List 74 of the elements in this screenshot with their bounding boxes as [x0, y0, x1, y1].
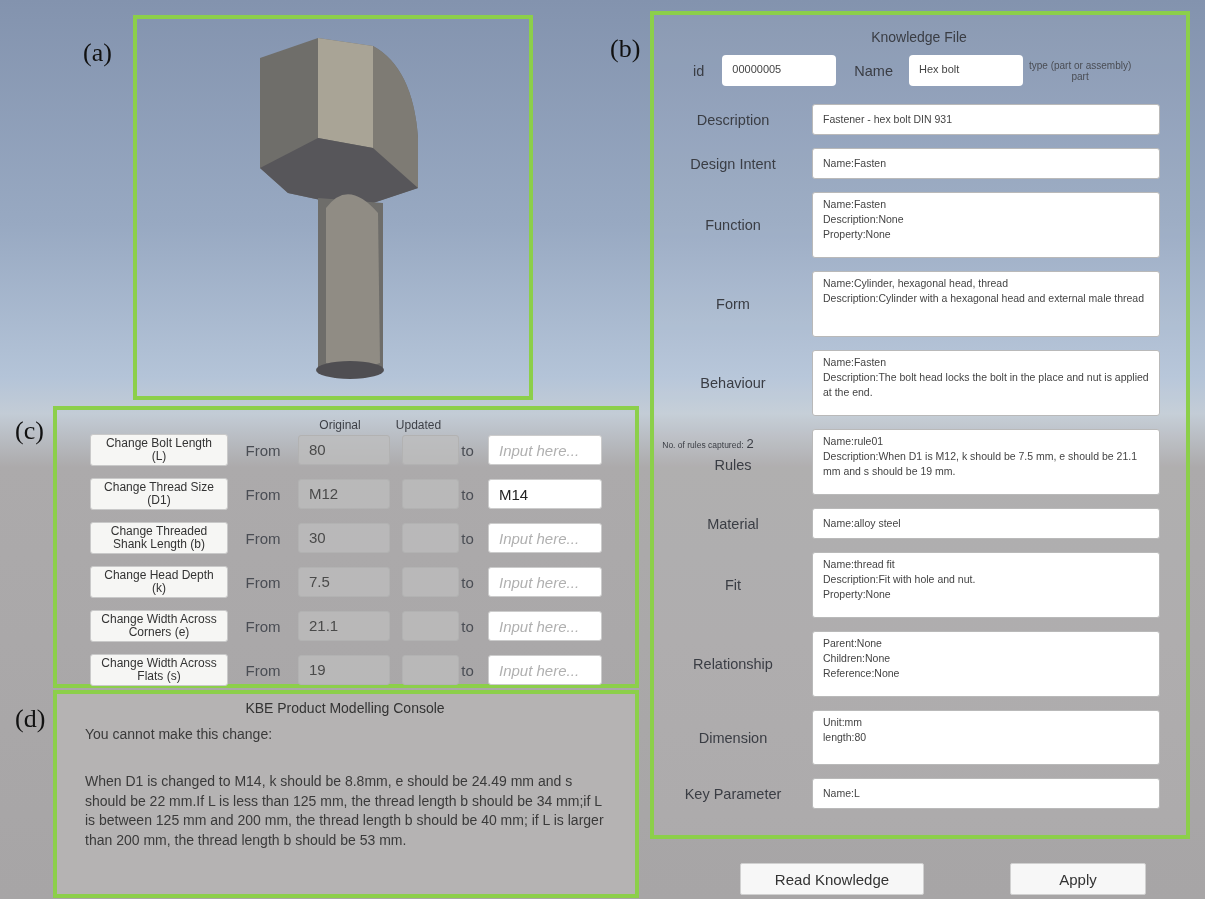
change-button[interactable]: Change Width Across Corners (e): [90, 610, 228, 642]
column-header: Original: [318, 418, 362, 432]
text-field[interactable]: Name:Fasten Description:None Property:None: [812, 192, 1160, 258]
rule-count-label: No. of rules captured:: [662, 439, 744, 450]
apply-button[interactable]: Apply: [1010, 863, 1146, 895]
original-field: 80: [298, 435, 390, 465]
panel-label: (a): [83, 38, 112, 68]
name-field[interactable]: Hex bolt: [909, 55, 1023, 86]
field-label: Name: [854, 62, 893, 79]
to-label: to: [461, 441, 474, 459]
console-text: When D1 is changed to M14, k should be 8.8mm, e should be 24.49 mm and s should be 22 mm.If L is less than 125 mm, the thread length b should be 34 mm;if L is between 125 mm and 200 mm, the thread length b should be 40 mm; if L is larger than 200 mm, the thread length b should be 53 mm.: [85, 772, 605, 850]
field-label: Material: [707, 515, 759, 532]
from-label: From: [245, 617, 281, 635]
updated-field: [402, 435, 459, 465]
panel-label: (d): [15, 704, 46, 734]
input-field[interactable]: Input here...: [488, 611, 602, 641]
type-value: part: [1071, 70, 1089, 82]
console-title: KBE Product Modelling Console: [244, 700, 446, 716]
type-label: type (part or assembly): [1029, 59, 1132, 71]
change-button[interactable]: Change Thread Size (D1): [90, 478, 228, 510]
panel-label: (c): [15, 416, 44, 446]
text-field[interactable]: Name:L: [812, 778, 1160, 809]
original-field: 21.1: [298, 611, 390, 641]
field-label: Design Intent: [690, 155, 776, 172]
field-label: Function: [705, 217, 761, 233]
id-field[interactable]: 00000005: [722, 55, 837, 86]
field-label: Rules: [714, 456, 752, 473]
text-field[interactable]: Unit:mm length:80: [812, 710, 1160, 765]
column-header: Updated: [394, 418, 443, 432]
rule-count: 2: [746, 435, 754, 451]
original-field: M12: [298, 479, 390, 509]
input-field[interactable]: Input here...: [488, 435, 602, 465]
field-label: Behaviour: [700, 375, 766, 391]
field-label: Dimension: [698, 729, 768, 746]
text-field[interactable]: Name:alloy steel: [812, 508, 1160, 539]
from-label: From: [245, 661, 281, 679]
console-message: You cannot make this change:: [85, 726, 274, 742]
from-label: From: [245, 529, 281, 547]
change-button[interactable]: Change Width Across Flats (s): [90, 654, 228, 686]
field-label: id: [693, 62, 705, 79]
from-label: From: [245, 573, 281, 591]
updated-field: [402, 655, 459, 685]
input-field[interactable]: M14: [488, 479, 602, 509]
text-field[interactable]: Name:Fasten: [812, 148, 1160, 179]
input-field[interactable]: Input here...: [488, 523, 602, 553]
change-button[interactable]: Change Threaded Shank Length (b): [90, 522, 228, 554]
input-field[interactable]: Input here...: [488, 655, 602, 685]
field-label: Fit: [724, 577, 742, 593]
to-label: to: [461, 617, 474, 635]
input-field[interactable]: Input here...: [488, 567, 602, 597]
text-field[interactable]: Name:thread fit Description:Fit with hole and nut. Property:None: [812, 552, 1160, 618]
original-field: 7.5: [298, 567, 390, 597]
text-field[interactable]: Fastener - hex bolt DIN 931: [812, 104, 1160, 135]
text-field[interactable]: Name:Cylinder, hexagonal head, thread Description:Cylinder with a hexagonal head and external male thread: [812, 271, 1160, 337]
to-label: to: [461, 529, 474, 547]
field-label: Key Parameter: [684, 785, 782, 802]
change-button[interactable]: Change Head Depth (k): [90, 566, 228, 598]
to-label: to: [461, 573, 474, 591]
panel-label: (b): [610, 34, 641, 64]
text-field[interactable]: Name:rule01 Description:When D1 is M12, k should be 7.5 mm, e should be 21.1 mm and s should be 19 mm.: [812, 429, 1160, 495]
to-label: to: [461, 485, 474, 503]
field-label: Relationship: [693, 656, 773, 672]
text-field[interactable]: Parent:None Children:None Reference:None: [812, 631, 1160, 697]
read-button[interactable]: Read Knowledge: [740, 863, 924, 895]
to-label: to: [461, 661, 474, 679]
field-label: Description: [696, 111, 770, 128]
change-button[interactable]: Change Bolt Length (L): [90, 434, 228, 466]
from-label: From: [245, 485, 281, 503]
panel-title: Knowledge File: [870, 29, 968, 45]
original-field: 19: [298, 655, 390, 685]
from-label: From: [245, 441, 281, 459]
field-label: Form: [716, 296, 750, 312]
original-field: 30: [298, 523, 390, 553]
text-field[interactable]: Name:Fasten Description:The bolt head locks the bolt in the place and nut is applied at the end.: [812, 350, 1160, 416]
